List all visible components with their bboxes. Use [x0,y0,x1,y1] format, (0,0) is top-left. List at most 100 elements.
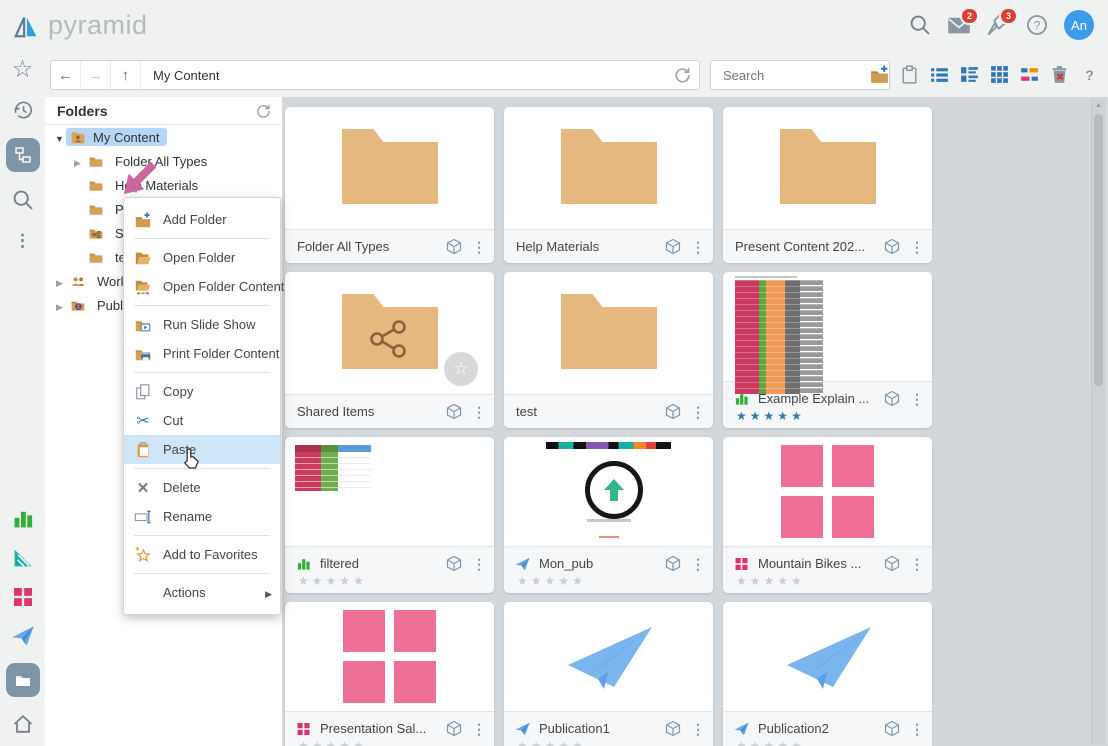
cube-icon[interactable] [663,402,683,422]
grid-view-icon[interactable] [989,64,1010,85]
kebab-menu-icon[interactable]: ⋮ [472,403,486,421]
expander-icon[interactable]: ▼ [53,130,66,145]
rating-stars[interactable]: ★★★★★ [298,740,486,746]
kebab-menu-icon[interactable]: ⋮ [691,555,705,573]
kebab-menu-icon[interactable]: ⋮ [691,720,705,738]
scroll-up-arrow[interactable]: ▲ [1092,99,1105,111]
search-icon[interactable] [908,13,932,37]
publish-icon[interactable] [11,624,35,648]
copy-icon [134,383,152,401]
menu-item-open-folder[interactable]: Open Folder [124,243,280,272]
menu-item-print-folder-content[interactable]: Print Folder Content [124,339,280,368]
menu-item-open-folder-content[interactable]: Open Folder Content [124,272,280,301]
menu-item-rename[interactable]: Rename [124,502,280,531]
vertical-scrollbar[interactable]: ▲ [1091,99,1105,744]
kebab-menu-icon[interactable]: ⋮ [910,555,924,573]
cube-icon[interactable] [663,237,683,257]
cube-icon[interactable] [882,719,902,739]
breadcrumb-bar[interactable]: ←→↑ My Content [50,60,700,90]
help-q-icon[interactable]: ? [1079,64,1100,85]
up-icon[interactable]: ↑ [111,61,141,89]
expander-icon[interactable]: ▶ [71,154,84,169]
content-card[interactable]: Folder All Types⋮ [285,107,494,263]
menu-item-add-to-favorites[interactable]: Add to Favorites [124,540,280,569]
menu-item-cut[interactable]: ✂Cut [124,406,280,435]
cube-icon[interactable] [444,402,464,422]
tiles-view-icon[interactable] [1019,64,1040,85]
tree-item[interactable]: Help Materials [45,173,282,197]
kebab-menu-icon[interactable]: ⋮ [472,555,486,573]
folder-art [780,142,876,204]
trash-icon[interactable] [1049,64,1070,85]
delete-x-icon: ✕ [134,479,152,497]
content-card[interactable]: Present Content 202...⋮ [723,107,932,263]
cube-icon[interactable] [882,389,902,409]
expander-icon[interactable]: ▶ [53,274,66,289]
content-tree-icon-active-chip[interactable] [6,138,40,172]
scrollbar-thumb[interactable] [1094,114,1103,386]
content-card[interactable]: Presentation Sal...⋮★★★★★ [285,602,494,746]
rating-stars[interactable]: ★★★★★ [517,740,705,746]
avatar[interactable]: An [1064,10,1094,40]
list-view-icon[interactable] [929,64,950,85]
new-folder-icon[interactable] [869,64,890,85]
cube-icon[interactable] [444,237,464,257]
menu-item-copy[interactable]: Copy [124,377,280,406]
cube-icon[interactable] [663,719,683,739]
history-icon[interactable] [11,98,35,122]
favorites-star-icon[interactable]: ☆ [11,58,35,82]
content-card[interactable]: Publication1⋮★★★★★ [504,602,713,746]
kebab-menu-icon[interactable]: ⋮ [910,390,924,408]
content-card[interactable]: ☆Shared Items⋮ [285,272,494,428]
home-icon[interactable] [11,712,35,736]
clipboard-icon[interactable] [899,64,920,85]
content-card[interactable]: Publication2⋮★★★★★ [723,602,932,746]
kebab-menu-icon[interactable]: ⋮ [910,238,924,256]
cube-icon[interactable] [663,554,683,574]
tree-item[interactable]: ▼My Content [45,125,282,149]
tree-item[interactable]: ▶Folder All Types [45,149,282,173]
cube-icon[interactable] [444,554,464,574]
menu-separator [134,238,270,239]
menu-item-delete[interactable]: ✕Delete [124,473,280,502]
mail-icon[interactable]: 2 [947,13,971,37]
present-icon[interactable] [11,546,35,570]
refresh-icon[interactable] [254,102,272,120]
menu-item-add-folder[interactable]: Add Folder [124,205,280,234]
kebab-menu-icon[interactable]: ⋮ [691,238,705,256]
content-card[interactable]: Help Materials⋮ [504,107,713,263]
expander-icon[interactable]: ▶ [53,298,66,313]
slides-icon[interactable] [11,585,35,609]
content-folder-icon-active-chip[interactable] [6,663,40,697]
content-card[interactable]: Mon_pub⋮★★★★★ [504,437,713,593]
content-card[interactable]: filtered⋮★★★★★ [285,437,494,593]
rating-stars[interactable]: ★★★★★ [736,575,924,587]
detail-view-icon[interactable] [959,64,980,85]
menu-item-actions[interactable]: Actions▶ [124,578,280,607]
refresh-icon[interactable] [669,65,695,85]
menu-item-run-slide-show[interactable]: Run Slide Show [124,310,280,339]
cube-icon[interactable] [882,237,902,257]
content-card[interactable]: Mountain Bikes ...⋮★★★★★ [723,437,932,593]
help-icon[interactable]: ? [1025,13,1049,37]
content-tree-icon[interactable] [13,145,33,165]
kebab-menu-icon[interactable]: ⋮ [691,403,705,421]
back-icon[interactable]: ← [51,61,81,89]
rating-stars[interactable]: ★★★★★ [736,410,924,422]
rating-stars[interactable]: ★★★★★ [298,575,486,587]
more-options-icon[interactable]: ⋮ [11,228,35,252]
rating-stars[interactable]: ★★★★★ [736,740,924,746]
search-icon[interactable] [11,188,35,212]
content-card[interactable]: Example Explain ...⋮★★★★★ [723,272,932,428]
content-folder-icon[interactable] [13,670,33,690]
cube-icon[interactable] [444,719,464,739]
search-box[interactable] [710,60,890,90]
kebab-menu-icon[interactable]: ⋮ [472,720,486,738]
kebab-menu-icon[interactable]: ⋮ [910,720,924,738]
discover-icon[interactable] [11,507,35,531]
kebab-menu-icon[interactable]: ⋮ [472,238,486,256]
content-card[interactable]: test⋮ [504,272,713,428]
cube-icon[interactable] [882,554,902,574]
rating-stars[interactable]: ★★★★★ [517,575,705,587]
notifications-pin-icon[interactable]: 3 [986,13,1010,37]
